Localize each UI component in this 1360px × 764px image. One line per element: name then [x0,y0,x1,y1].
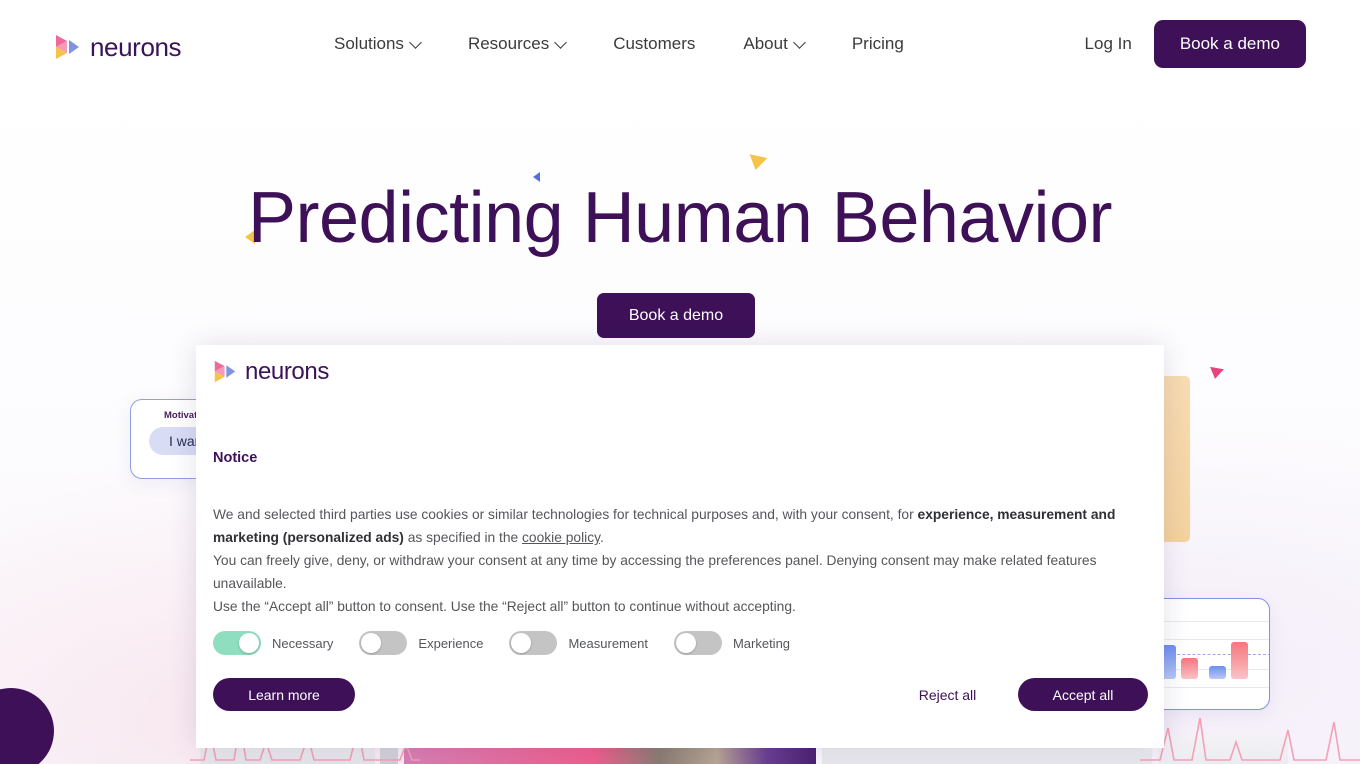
site-logo[interactable]: neurons [54,32,182,62]
nav-item-solutions[interactable]: Solutions [310,34,444,54]
cookie-paragraph-2: You can freely give, deny, or withdraw y… [213,553,1097,591]
cookie-p1-text-a: We and selected third parties use cookie… [213,507,918,522]
toggle-label-measurement: Measurement [568,635,648,651]
cookie-dialog-logo: neurons [213,359,329,384]
cookie-paragraph-1: We and selected third parties use cookie… [213,503,1145,549]
chart-bar [1209,666,1226,679]
accept-all-button[interactable]: Accept all [1018,678,1148,711]
toggle-group-experience: Experience [359,631,509,655]
nav-book-a-demo-button[interactable]: Book a demo [1153,20,1306,68]
page-root: Motivati I wan Predicting Human Behavior… [0,0,1360,764]
toggle-experience[interactable] [359,631,408,655]
chevron-down-icon [556,38,565,47]
page-title: Predicting Human Behavior [248,178,1112,258]
log-in-link[interactable]: Log In [1063,34,1154,54]
motivation-card-label: Motivati [164,410,200,421]
chart-bar [1181,658,1198,679]
nav-links: Solutions Resources Customers About Pric… [310,0,928,88]
toggle-label-experience: Experience [418,635,484,651]
learn-more-button[interactable]: Learn more [213,678,355,711]
nav-item-label: Resources [467,34,550,53]
cookie-dialog-logo-text: neurons [245,357,329,385]
nav-item-label: Pricing [851,34,904,53]
nav-item-customers[interactable]: Customers [589,34,719,54]
neurons-triangle-logo-icon [54,33,81,61]
eeg-wave-right [1140,717,1360,761]
cookie-p1-text-b: as specified in the [403,530,523,545]
site-logo-text: neurons [90,32,182,62]
nav-item-resources[interactable]: Resources [444,34,589,54]
cookie-paragraph-3: Use the “Accept all” button to consent. … [213,599,796,614]
toggle-measurement[interactable] [509,631,558,655]
nav-item-label: Customers [613,34,696,53]
toggle-label-marketing: Marketing [732,635,791,651]
hero-book-a-demo-button[interactable]: Book a demo [597,293,755,338]
chevron-down-icon [411,38,420,47]
reject-all-button[interactable]: Reject all [877,678,1018,711]
toggle-necessary[interactable] [213,631,261,655]
toggle-knob [361,633,382,653]
chart-bar [1231,642,1248,679]
nav-item-about[interactable]: About [719,34,827,54]
toggle-marketing[interactable] [673,631,722,655]
cookie-policy-link[interactable]: cookie policy [522,530,600,545]
cookie-dialog-body: We and selected third parties use cookie… [213,503,1145,618]
toggle-knob [511,633,532,653]
toggle-knob [675,633,696,653]
cookie-p1-text-c: . [600,530,604,545]
nav-item-pricing[interactable]: Pricing [828,34,928,54]
triangle-pink-icon [1208,366,1224,381]
top-navigation-bar: neurons Solutions Resources Customers Ab… [0,0,1360,88]
neurons-triangle-logo-icon [213,359,237,384]
toggle-group-marketing: Marketing [673,631,816,655]
toggle-knob [239,633,259,653]
nav-item-label: Solutions [334,34,404,53]
toggle-group-measurement: Measurement [509,631,673,655]
cookie-toggle-group: Necessary Experience Measurement Marketi… [213,631,816,655]
toggle-label-necessary: Necessary [272,635,334,651]
nav-item-label: About [743,34,788,53]
cookie-dialog-heading: Notice [213,450,258,466]
nav-actions: Log In Book a demo [1063,0,1306,88]
chevron-down-icon [795,38,804,47]
toggle-group-necessary: Necessary [213,631,359,655]
